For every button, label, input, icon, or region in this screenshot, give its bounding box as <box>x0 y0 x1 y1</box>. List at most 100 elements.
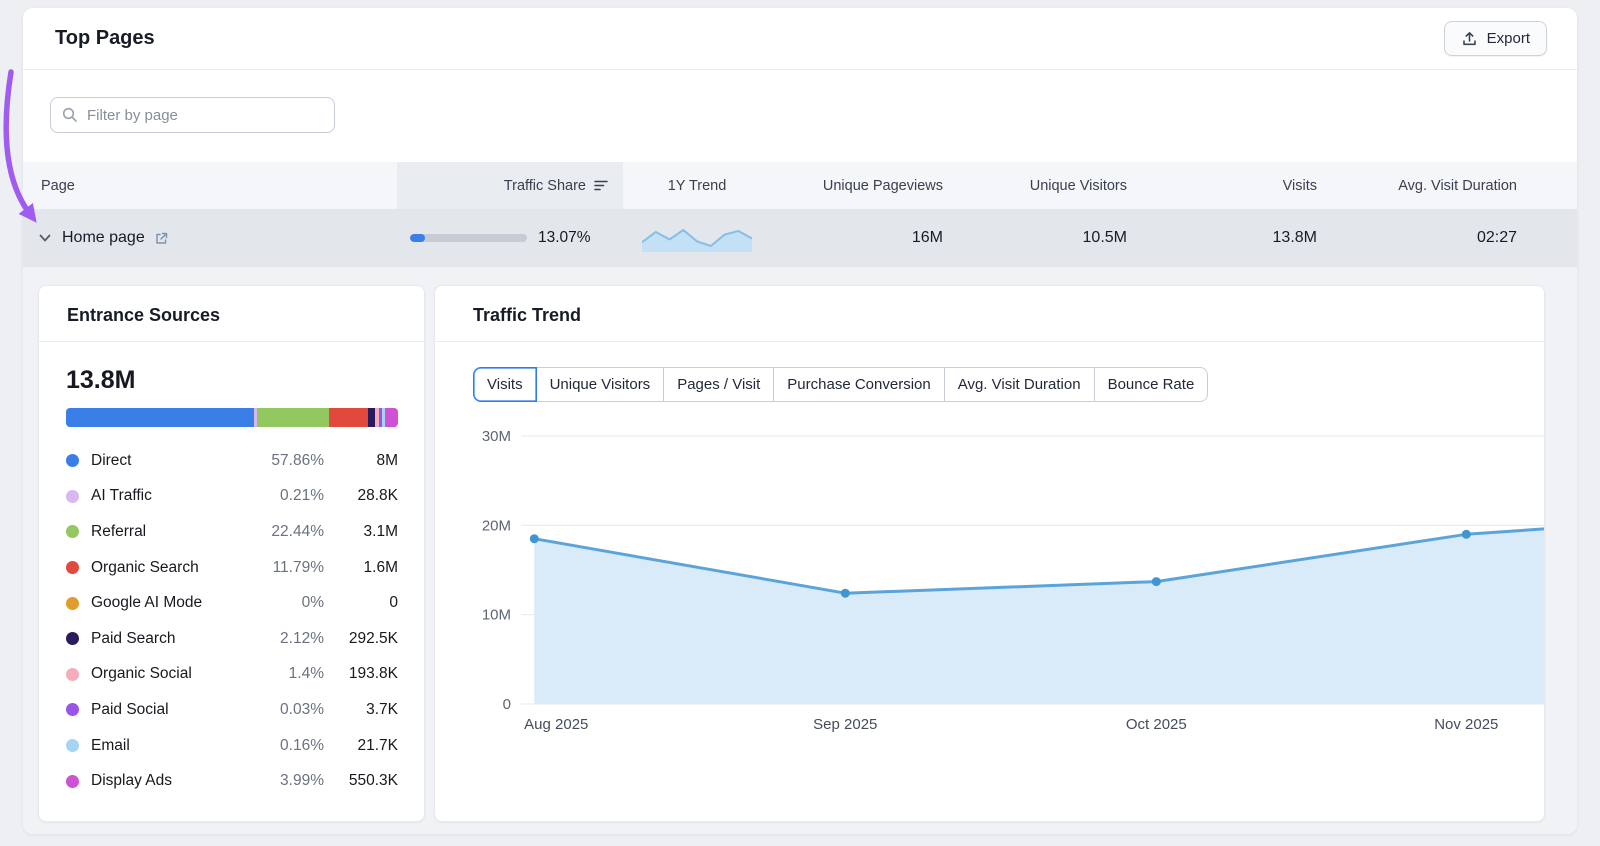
unique-pageviews-value: 16M <box>911 229 943 246</box>
legend-percent: 57.86% <box>271 451 324 469</box>
tab-unique-visitors[interactable]: Unique Visitors <box>535 367 665 402</box>
tab-avg-visit-duration[interactable]: Avg. Visit Duration <box>943 367 1095 402</box>
filter-input-wrapper <box>50 97 335 133</box>
legend-label: Referral <box>91 522 147 540</box>
svg-text:0: 0 <box>503 696 511 713</box>
legend-label: Organic Search <box>91 558 199 576</box>
legend-dot <box>66 739 79 753</box>
export-label: Export <box>1486 30 1530 47</box>
column-header-traffic-share-label: Traffic Share <box>503 177 586 194</box>
column-header-traffic-share[interactable]: Traffic Share <box>397 162 623 209</box>
unique-visitors-value: 10.5M <box>1082 229 1127 246</box>
traffic-trend-card: Traffic Trend Visits Unique Visitors Pag… <box>434 285 1545 822</box>
top-pages-card: Top Pages Export Page Traffic Sh <box>23 8 1577 834</box>
legend-item-referral: Referral 22.44% 3.1M <box>66 514 398 550</box>
svg-text:20M: 20M <box>482 517 511 534</box>
tab-pages-per-visit[interactable]: Pages / Visit <box>663 367 775 402</box>
legend-label: Display Ads <box>91 772 172 790</box>
traffic-trend-title: Traffic Trend <box>473 305 582 325</box>
legend-item-google-ai-mode: Google AI Mode 0% 0 <box>66 585 398 621</box>
trend-cell <box>623 224 771 252</box>
legend-item-paid-search: Paid Search 2.12% 292.5K <box>66 621 398 657</box>
column-header-1y-trend[interactable]: 1Y Trend <box>623 178 771 194</box>
page: Top Pages Export Page Traffic Sh <box>0 0 1600 846</box>
legend-percent: 0.21% <box>280 487 324 505</box>
legend-label: AI Traffic <box>91 487 152 505</box>
tab-bounce-rate[interactable]: Bounce Rate <box>1093 367 1209 402</box>
legend-percent: 1.4% <box>288 665 324 683</box>
column-header-visits[interactable]: Visits <box>1139 178 1329 194</box>
table-header: Page Traffic Share 1Y Trend Unique Pagev… <box>23 162 1577 209</box>
page-name[interactable]: Home page <box>62 229 145 247</box>
external-link-icon[interactable] <box>154 231 169 246</box>
page-cell: Home page <box>23 229 397 247</box>
traffic-trend-body: Visits Unique Visitors Pages / Visit Pur… <box>435 342 1544 737</box>
visits-value: 13.8M <box>1272 229 1317 246</box>
legend-value: 550.3K <box>348 772 398 790</box>
svg-text:10M: 10M <box>482 607 511 624</box>
svg-text:Aug 2025: Aug 2025 <box>524 716 588 733</box>
stacked-bar-segment <box>256 408 330 427</box>
traffic-share-value: 13.07% <box>538 229 591 246</box>
legend-dot <box>66 774 79 788</box>
legend-dot <box>66 525 79 539</box>
legend-percent: 2.12% <box>280 629 324 647</box>
page-title: Top Pages <box>55 27 155 49</box>
export-button[interactable]: Export <box>1443 21 1547 56</box>
legend-item-paid-social: Paid Social 0.03% 3.7K <box>66 692 398 728</box>
tab-purchase-conversion[interactable]: Purchase Conversion <box>773 367 945 402</box>
entrance-sources-legend: Direct 57.86% 8M AI Traffic 0.21% 28.8K <box>66 443 398 799</box>
legend-percent: 0.16% <box>280 736 324 754</box>
legend-value: 0 <box>389 594 398 612</box>
legend-value: 28.8K <box>357 487 398 505</box>
stacked-bar-segment <box>367 408 375 427</box>
legend-dot <box>66 703 79 717</box>
entrance-sources-card: Entrance Sources 13.8M Direct 57.86% 8M <box>38 285 425 822</box>
traffic-share-bar <box>410 234 527 242</box>
svg-text:Sep 2025: Sep 2025 <box>813 716 877 733</box>
legend-label: Direct <box>91 451 132 469</box>
svg-text:Nov 2025: Nov 2025 <box>1434 716 1498 733</box>
legend-item-organic-social: Organic Social 1.4% 193.8K <box>66 657 398 693</box>
avg-visit-duration-value: 02:27 <box>1476 229 1517 246</box>
legend-percent: 0% <box>301 594 324 612</box>
search-icon <box>62 107 77 122</box>
column-header-unique-pageviews[interactable]: Unique Pageviews <box>771 178 955 194</box>
entrance-sources-header: Entrance Sources <box>39 286 424 342</box>
metric-tabs: Visits Unique Visitors Pages / Visit Pur… <box>473 367 1544 402</box>
column-header-unique-visitors[interactable]: Unique Visitors <box>955 178 1139 194</box>
export-icon <box>1462 31 1476 46</box>
column-header-avg-visit-duration[interactable]: Avg. Visit Duration <box>1329 178 1577 194</box>
column-header-page[interactable]: Page <box>23 178 397 194</box>
stacked-bar-segment <box>385 408 398 427</box>
entrance-sources-total: 13.8M <box>66 366 136 394</box>
entrance-sources-stacked-bar <box>66 408 398 427</box>
legend-label: Paid Search <box>91 629 176 647</box>
traffic-trend-chart: 0 10M 20M 30M Aug 2025 Sep 2025 Oct 2025 Nov 20… <box>482 428 1544 733</box>
traffic-share-cell: 13.07% <box>397 229 623 247</box>
legend-value: 3.1M <box>363 522 398 540</box>
stacked-bar-segment <box>329 408 368 427</box>
legend-value: 193.8K <box>348 665 398 683</box>
legend-dot <box>66 667 79 681</box>
tab-visits[interactable]: Visits <box>473 367 537 402</box>
table-row[interactable]: Home page 13.07% 16M 10.5M 13.8M 02:27 <box>23 209 1577 267</box>
chevron-down-icon[interactable] <box>37 230 53 246</box>
svg-text:Oct 2025: Oct 2025 <box>1126 716 1187 733</box>
filter-input[interactable] <box>50 97 335 133</box>
legend-item-ai-traffic: AI Traffic 0.21% 28.8K <box>66 479 398 515</box>
card-header: Top Pages Export <box>23 8 1577 70</box>
traffic-trend-header: Traffic Trend <box>435 286 1544 342</box>
stacked-bar-segment <box>66 408 254 427</box>
legend-label: Organic Social <box>91 665 192 683</box>
legend-dot <box>66 596 79 610</box>
legend-item-email: Email 0.16% 21.7K <box>66 728 398 764</box>
traffic-share-bar-fill <box>410 234 426 242</box>
svg-text:30M: 30M <box>482 428 511 445</box>
legend-percent: 22.44% <box>271 522 324 540</box>
legend-percent: 11.79% <box>272 558 324 576</box>
legend-percent: 0.03% <box>280 700 324 718</box>
legend-value: 292.5K <box>348 629 398 647</box>
legend-label: Google AI Mode <box>91 594 203 612</box>
entrance-sources-title: Entrance Sources <box>67 305 221 325</box>
